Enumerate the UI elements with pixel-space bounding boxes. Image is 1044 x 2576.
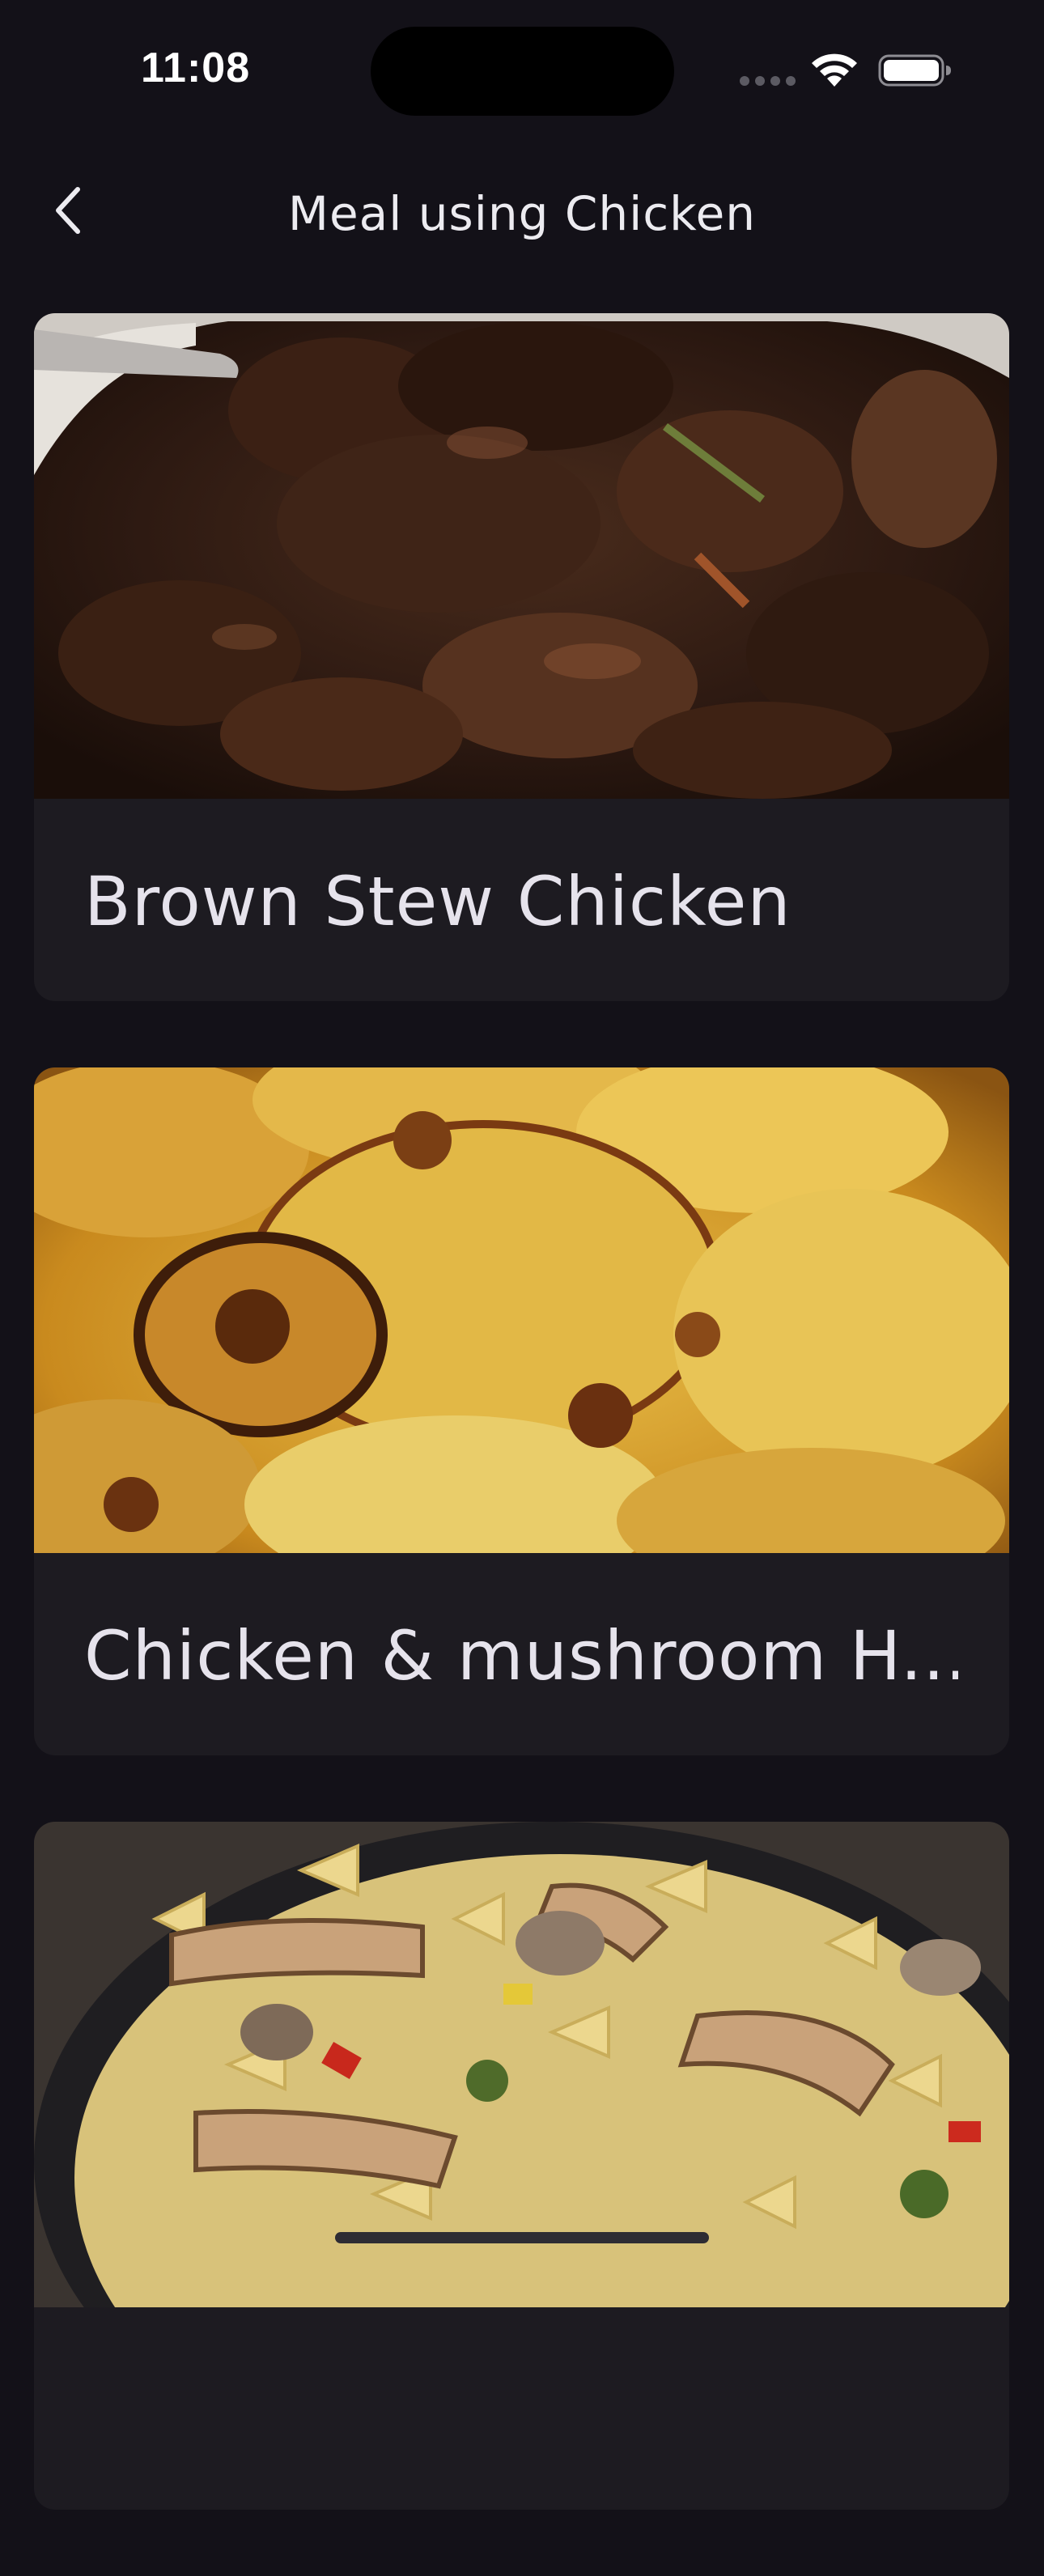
- nav-header: Meal using Chicken: [0, 154, 1044, 275]
- wifi-icon: [809, 51, 859, 88]
- meal-card[interactable]: Chicken & mushroom H...: [34, 1067, 1009, 1755]
- page-title: Meal using Chicken: [287, 186, 757, 241]
- meal-name: Chicken & mushroom H...: [84, 1622, 958, 1690]
- meal-name: Brown Stew Chicken: [84, 868, 791, 936]
- meal-card[interactable]: [34, 1822, 1009, 2510]
- status-bar: 11:08: [0, 0, 1044, 138]
- dynamic-island: [371, 27, 674, 116]
- battery-icon: [878, 53, 953, 87]
- status-time: 11:08: [141, 45, 251, 91]
- meal-image: [34, 1067, 1009, 1553]
- cellular-signal-icon: [740, 76, 796, 87]
- meal-card[interactable]: Brown Stew Chicken: [34, 313, 1009, 1001]
- home-indicator: [335, 2232, 709, 2243]
- meal-image: [34, 313, 1009, 799]
